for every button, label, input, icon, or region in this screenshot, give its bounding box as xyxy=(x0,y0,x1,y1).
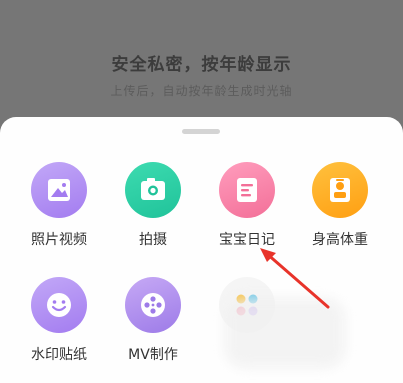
bottom-sheet: 照片视频 拍摄 宝宝日记 身高体重 水印贴纸 MV制作 xyxy=(0,117,403,383)
menu-item-label: 拍摄 xyxy=(139,232,167,248)
smiley-sticker-icon xyxy=(31,277,87,333)
photo-icon xyxy=(31,162,87,218)
film-reel-icon xyxy=(125,277,181,333)
backdrop-subtitle: 上传后，自动按年龄生成时光轴 xyxy=(110,84,293,98)
camera-icon xyxy=(125,162,181,218)
menu-item-label: MV制作 xyxy=(128,347,178,363)
backdrop-title: 安全私密，按年龄显示 xyxy=(111,55,292,75)
menu-item-label: 照片视频 xyxy=(31,232,87,248)
red-arrow-pointer xyxy=(260,248,330,309)
sheet-drag-handle[interactable] xyxy=(182,129,220,134)
diary-icon xyxy=(219,162,275,218)
menu-item-label: 水印贴纸 xyxy=(31,347,87,363)
growth-icon xyxy=(312,162,368,218)
